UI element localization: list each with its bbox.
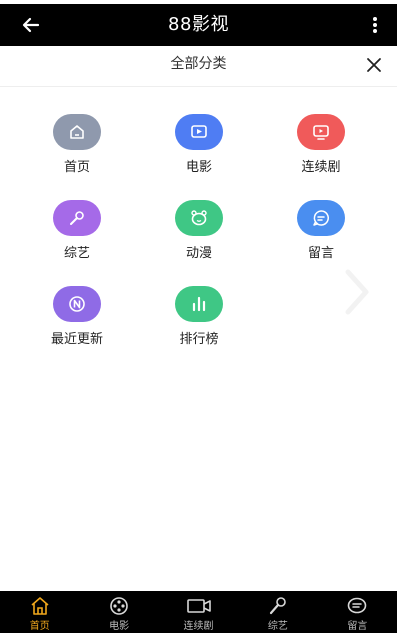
bear-icon xyxy=(175,200,223,236)
app-title: 88影视 xyxy=(168,14,229,35)
category-ranking[interactable]: 排行榜 xyxy=(154,286,244,356)
category-series[interactable]: 连续剧 xyxy=(276,114,366,184)
home-icon xyxy=(53,114,101,150)
category-label: 首页 xyxy=(63,160,90,175)
home-icon xyxy=(0,596,79,616)
close-icon[interactable] xyxy=(363,54,385,76)
tab-label: 综艺 xyxy=(267,621,288,632)
film-reel-icon xyxy=(79,596,158,616)
top-app-bar: 88影视 xyxy=(0,4,397,46)
bottom-navigation: 首页 电影 连续剧 综艺 留言 xyxy=(0,591,397,633)
category-label: 留言 xyxy=(307,246,334,261)
category-movie[interactable]: 电影 xyxy=(154,114,244,184)
tab-label: 连续剧 xyxy=(183,621,214,632)
more-vert-icon[interactable] xyxy=(365,10,385,40)
category-label: 综艺 xyxy=(63,246,90,261)
category-label: 电影 xyxy=(185,160,212,175)
bar-chart-icon xyxy=(175,286,223,322)
category-grid: 首页 电影 连续剧 综艺 动漫 留言 最近更新 排行榜 xyxy=(0,86,397,366)
new-icon xyxy=(53,286,101,322)
category-home[interactable]: 首页 xyxy=(32,114,122,184)
tab-home[interactable]: 首页 xyxy=(0,591,79,633)
category-header: 全部分类 xyxy=(0,46,397,87)
tv-icon xyxy=(297,114,345,150)
category-label: 排行榜 xyxy=(179,332,219,347)
category-anime[interactable]: 动漫 xyxy=(154,200,244,270)
tab-label: 电影 xyxy=(109,621,130,632)
tab-movie[interactable]: 电影 xyxy=(79,591,158,633)
tab-variety[interactable]: 综艺 xyxy=(238,591,317,633)
message-icon xyxy=(318,596,397,616)
category-variety[interactable]: 综艺 xyxy=(32,200,122,270)
microphone-icon xyxy=(53,200,101,236)
category-header-title: 全部分类 xyxy=(170,56,227,72)
faded-chevron-right-icon xyxy=(340,266,376,318)
category-label: 动漫 xyxy=(185,246,212,261)
film-icon xyxy=(175,114,223,150)
category-recent-updates[interactable]: 最近更新 xyxy=(32,286,122,356)
tab-series[interactable]: 连续剧 xyxy=(159,591,238,633)
category-label: 最近更新 xyxy=(50,332,103,347)
video-camera-icon xyxy=(159,596,238,616)
category-message[interactable]: 留言 xyxy=(276,200,366,270)
tab-message[interactable]: 留言 xyxy=(318,591,397,633)
message-icon xyxy=(297,200,345,236)
tab-label: 留言 xyxy=(347,621,368,632)
tab-label: 首页 xyxy=(29,621,50,632)
microphone-icon xyxy=(238,596,317,616)
category-label: 连续剧 xyxy=(301,160,341,175)
